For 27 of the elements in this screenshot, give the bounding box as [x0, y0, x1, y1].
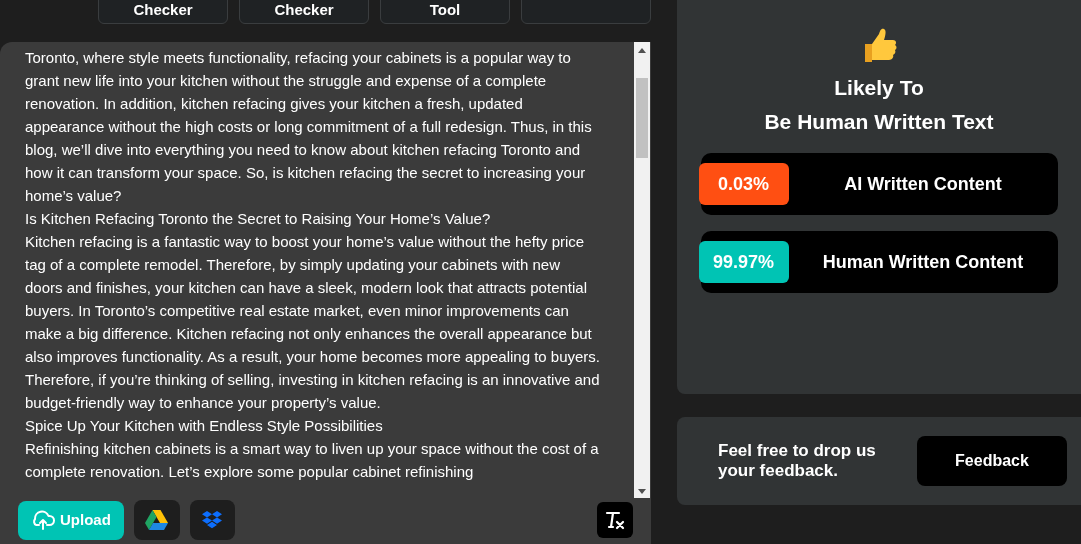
editor-paragraph: Kitchen refacing is a fantastic way to boost your home’s value without the hefty price tag of a complete remodel. Therefore, by simply updating your cabinets with new doors and finishes, your kitchen can have a sleek, modern look that attracts potential buyers. In Toronto’s competitive real estate market, even minor improvements can make a big difference. Kitchen refacing not only enhances the overall appearance but also improves functionality. As a result, your home becomes more appealing to buyers. Therefore, if you’re thinking of selling, investing in kitchen refacing is an innovative and budget-friendly way to enhance your property’s value.: [25, 232, 600, 413]
result-heading: Be Human Written Text: [764, 109, 994, 135]
score-label: Human Written Content: [821, 250, 1025, 274]
nav-button[interactable]: Checker: [239, 0, 369, 24]
nav-button[interactable]: Checker: [98, 0, 228, 24]
feedback-button[interactable]: Feedback: [917, 436, 1067, 486]
clear-format-button[interactable]: [597, 502, 633, 538]
scrollbar-thumb[interactable]: [636, 78, 648, 158]
editor-paragraph: Refinishing kitchen cabinets is a smart way to liven up your space without the cost of a complete renovation. Let’s explore some popular cabinet refinishing: [25, 439, 600, 482]
dropbox-icon: [202, 510, 223, 530]
drive-button[interactable]: [133, 500, 180, 540]
drive-icon: [145, 510, 169, 530]
editor-paragraph: Is Kitchen Refacing Toronto the Secret to Raising Your Home’s Value?: [25, 209, 492, 229]
score-percentage: 99.97%: [698, 241, 789, 283]
result-heading: Likely To: [834, 75, 924, 101]
nav-button[interactable]: Tool: [380, 0, 510, 24]
score-label: AI Written Content: [843, 172, 1003, 196]
scrollbar[interactable]: [634, 42, 650, 498]
score-percentage: 0.03%: [698, 163, 789, 205]
scroll-down-icon[interactable]: [638, 489, 646, 494]
dropbox-button[interactable]: [189, 500, 235, 540]
editor-paragraph: Toronto, where style meets functionality, refacing your cabinets is a popular way to grant new life into your kitchen without the struggle and expense of a complete renovation. In addition, kitchen refacing gives your kitchen a fresh, updated appearance without the high costs or long commitment of a full redesign. Thus, in this blog, we’ll dive into everything you need to know about kitchen refacing Toronto and how it can transform your space. So, is kitchen refacing the secret to increasing your home’s value?: [25, 48, 593, 206]
cloud-upload-icon: [31, 510, 55, 530]
editor-paragraph: Spice Up Your Kitchen with Endless Style Possibilities: [25, 416, 384, 436]
feedback-prompt: Feel free to drop us your feedback.: [718, 441, 877, 481]
scroll-up-icon[interactable]: [638, 48, 646, 53]
clear-format-icon: [604, 509, 626, 531]
